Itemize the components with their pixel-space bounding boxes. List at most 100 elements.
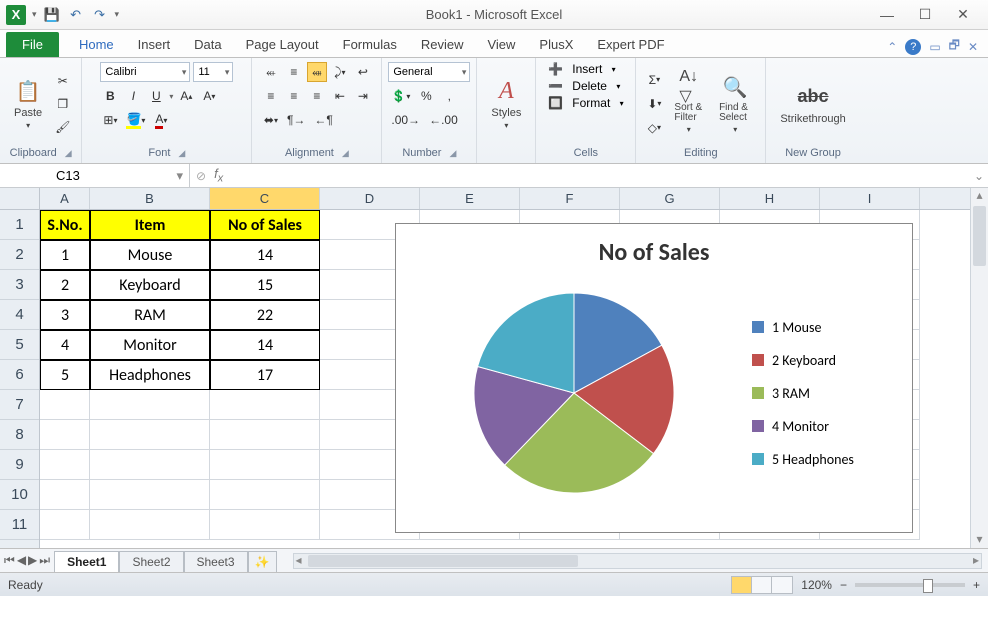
legend-item[interactable]: 3 RAM (752, 385, 912, 402)
maximize-button[interactable]: ☐ (908, 4, 942, 26)
tab-nav-next-icon[interactable]: ▶ (28, 553, 37, 568)
cell-B7[interactable] (90, 390, 210, 420)
vertical-scrollbar[interactable]: ▴ ▾ (970, 188, 988, 548)
cells-insert-button[interactable]: ➕ Insert ▾ (548, 62, 624, 76)
cell-C10[interactable] (210, 480, 320, 510)
cell-A5[interactable]: 4 (40, 330, 90, 360)
row-header-5[interactable]: 5 (0, 330, 39, 360)
percent-icon[interactable]: % (416, 86, 436, 106)
cell-A9[interactable] (40, 450, 90, 480)
tab-review[interactable]: Review (409, 32, 476, 57)
zoom-out-icon[interactable]: − (840, 578, 847, 592)
cell-A8[interactable] (40, 420, 90, 450)
fx-icon[interactable]: fx (214, 166, 223, 185)
row-header-3[interactable]: 3 (0, 270, 39, 300)
expand-formula-bar-icon[interactable]: ⌄ (970, 164, 988, 187)
fill-icon[interactable]: ⬇▾ (644, 94, 664, 114)
cell-C11[interactable] (210, 510, 320, 540)
pie-chart[interactable] (396, 273, 752, 513)
cut-icon[interactable]: ✂ (52, 71, 73, 91)
cell-C2[interactable]: 14 (210, 240, 320, 270)
cell-C3[interactable]: 15 (210, 270, 320, 300)
strikethrough-button[interactable]: abc Strikethrough (774, 81, 851, 127)
rtl-icon[interactable]: ←¶ (311, 110, 335, 130)
col-header-F[interactable]: F (520, 188, 620, 209)
merge-cells-icon[interactable]: ⬌▾ (261, 110, 281, 130)
cell-B1[interactable]: Item (90, 210, 210, 240)
increase-decimal-icon[interactable]: .00→ (388, 110, 423, 130)
cell-B9[interactable] (90, 450, 210, 480)
cell-B2[interactable]: Mouse (90, 240, 210, 270)
help-icon[interactable]: ? (905, 39, 921, 55)
wrap-text-icon[interactable]: ↩ (353, 62, 373, 82)
col-header-I[interactable]: I (820, 188, 920, 209)
decrease-decimal-icon[interactable]: ←.00 (426, 110, 461, 130)
row-header-10[interactable]: 10 (0, 480, 39, 510)
file-tab[interactable]: File (6, 32, 59, 57)
fill-color-icon[interactable]: 🪣▾ (123, 110, 148, 130)
font-launcher-icon[interactable]: ◢ (178, 148, 185, 159)
row-header-11[interactable]: 11 (0, 510, 39, 540)
alignment-launcher-icon[interactable]: ◢ (342, 148, 349, 159)
cell-B5[interactable]: Monitor (90, 330, 210, 360)
number-launcher-icon[interactable]: ◢ (449, 148, 456, 159)
find-select-button[interactable]: 🔍 Find & Select ▾ (713, 71, 757, 136)
formula-bar[interactable]: ⊘ fx (190, 164, 970, 187)
row-header-7[interactable]: 7 (0, 390, 39, 420)
tab-nav-last-icon[interactable]: ⏭ (39, 553, 50, 568)
tab-nav-prev-icon[interactable]: ◀ (17, 553, 26, 568)
mdi-close-icon[interactable]: ✕ (968, 40, 978, 54)
name-box[interactable]: C13 (0, 164, 190, 187)
grow-font-icon[interactable]: A▴ (176, 86, 196, 106)
align-bottom-icon[interactable]: ⬵ (307, 62, 327, 82)
chart-object[interactable]: No of Sales 1 Mouse2 Keyboard3 RAM4 Moni… (395, 223, 913, 533)
excel-app-icon[interactable]: X (6, 5, 26, 25)
cell-A7[interactable] (40, 390, 90, 420)
col-header-C[interactable]: C (210, 188, 320, 209)
sheet-tab-2[interactable]: Sheet2 (119, 551, 183, 572)
accounting-icon[interactable]: 💲▾ (388, 86, 413, 106)
cell-A4[interactable]: 3 (40, 300, 90, 330)
cell-B8[interactable] (90, 420, 210, 450)
col-header-G[interactable]: G (620, 188, 720, 209)
qat-more-icon[interactable]: ▾ (115, 9, 120, 20)
col-header-D[interactable]: D (320, 188, 420, 209)
zoom-slider[interactable] (855, 583, 965, 587)
align-left-icon[interactable]: ≡ (261, 86, 281, 106)
underline-button[interactable]: U (146, 86, 166, 106)
tab-page-layout[interactable]: Page Layout (234, 32, 331, 57)
paste-button[interactable]: 📋 Paste ▾ (8, 75, 48, 132)
save-icon[interactable]: 💾 (43, 6, 61, 24)
font-size-combo[interactable]: 11 (193, 62, 233, 82)
format-painter-icon[interactable]: 🖌 (52, 117, 73, 137)
row-header-6[interactable]: 6 (0, 360, 39, 390)
row-header-9[interactable]: 9 (0, 450, 39, 480)
tab-insert[interactable]: Insert (126, 32, 183, 57)
select-all-corner[interactable] (0, 188, 39, 210)
sheet-tab-3[interactable]: Sheet3 (184, 551, 248, 572)
row-header-4[interactable]: 4 (0, 300, 39, 330)
chart-title[interactable]: No of Sales (396, 224, 912, 273)
row-header-1[interactable]: 1 (0, 210, 39, 240)
cell-B6[interactable]: Headphones (90, 360, 210, 390)
sheet-tab-1[interactable]: Sheet1 (54, 551, 119, 572)
cell-C5[interactable]: 14 (210, 330, 320, 360)
legend-item[interactable]: 1 Mouse (752, 319, 912, 336)
align-middle-icon[interactable]: ≡ (284, 62, 304, 82)
mdi-restore-icon[interactable]: 🗗 (949, 36, 960, 57)
col-header-B[interactable]: B (90, 188, 210, 209)
tab-formulas[interactable]: Formulas (331, 32, 409, 57)
qat-dropdown-icon[interactable]: ▾ (32, 9, 37, 20)
zoom-in-icon[interactable]: + (973, 578, 980, 592)
align-center-icon[interactable]: ≡ (284, 86, 304, 106)
redo-icon[interactable]: ↷ (91, 6, 109, 24)
font-name-combo[interactable]: Calibri (100, 62, 190, 82)
col-header-E[interactable]: E (420, 188, 520, 209)
close-button[interactable]: ✕ (946, 4, 980, 26)
ltr-icon[interactable]: ¶→ (284, 110, 308, 130)
legend-item[interactable]: 5 Headphones (752, 451, 912, 468)
font-color-icon[interactable]: A▾ (151, 110, 171, 130)
tab-view[interactable]: View (475, 32, 527, 57)
shrink-font-icon[interactable]: A▾ (199, 86, 219, 106)
window-restore-icon[interactable]: ▭ (929, 40, 940, 54)
